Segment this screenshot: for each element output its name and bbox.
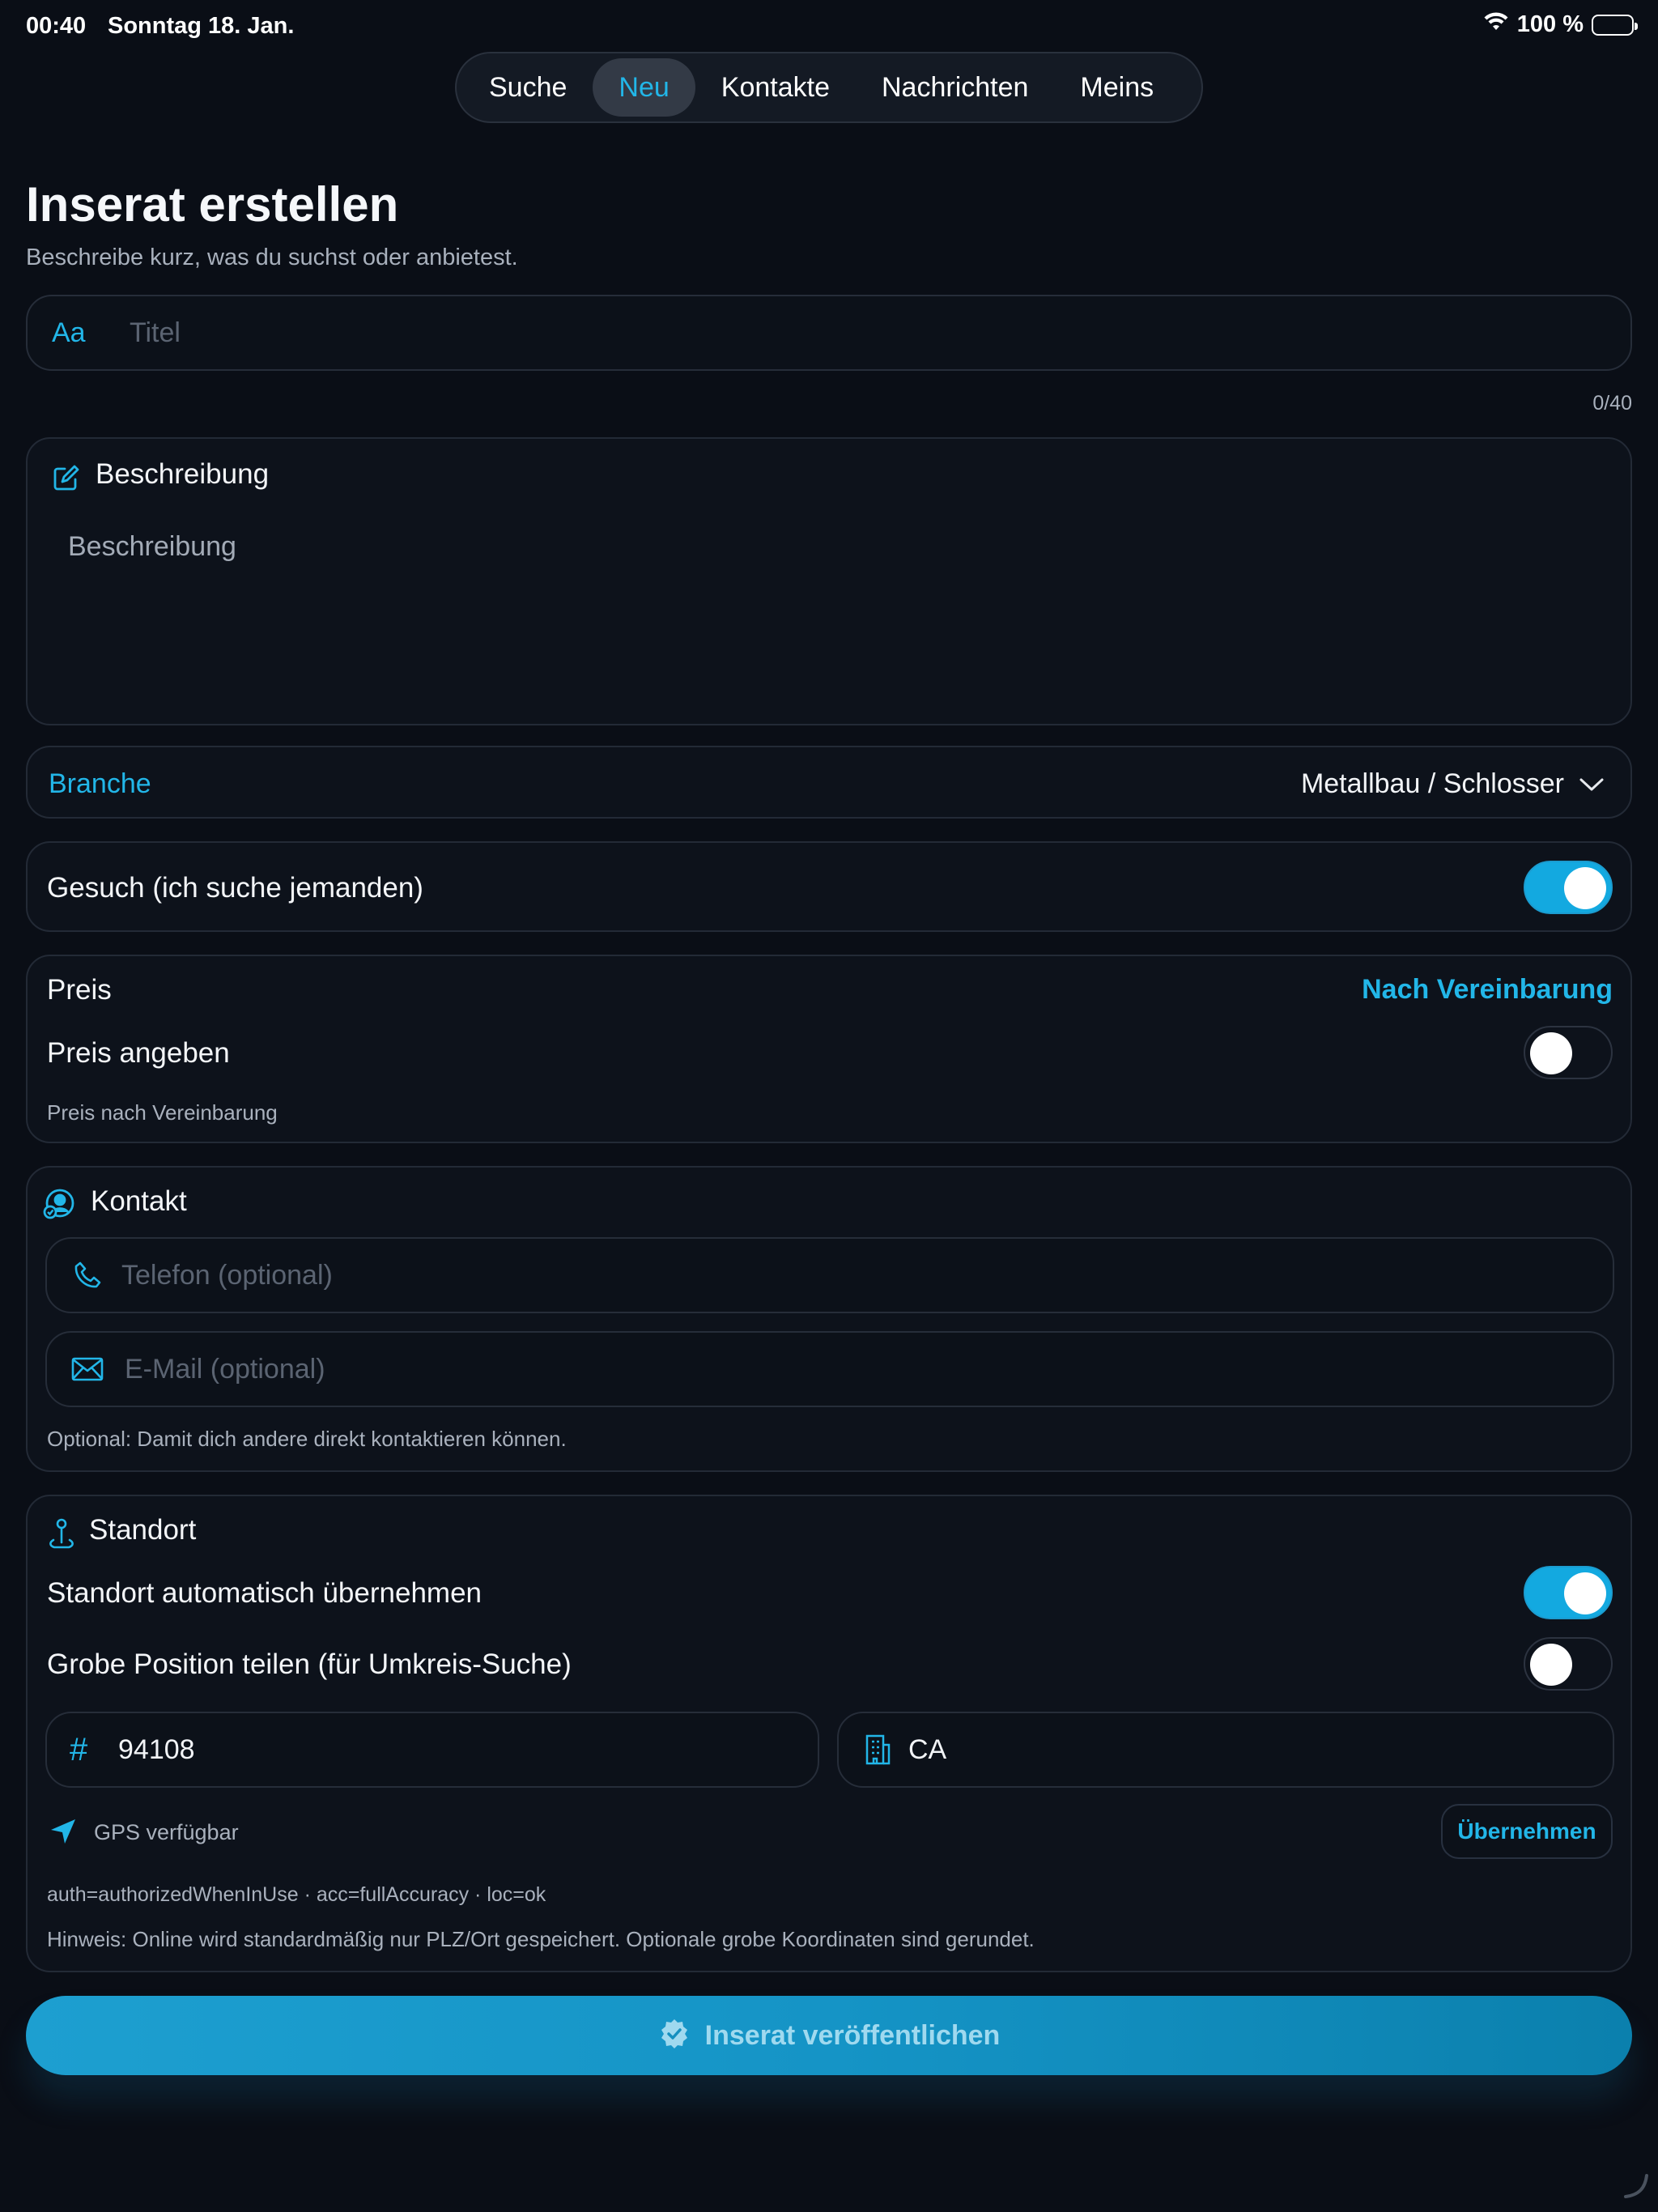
city-value: CA xyxy=(908,1733,947,1765)
text-format-icon: Aa xyxy=(52,317,86,348)
top-tab-bar: Suche Neu Kontakte Nachrichten Meins xyxy=(455,52,1203,123)
edit-icon xyxy=(49,462,83,496)
publish-button[interactable]: Inserat veröffentlichen xyxy=(26,1996,1632,2075)
city-input[interactable]: CA xyxy=(837,1712,1614,1788)
price-value: Nach Vereinbarung xyxy=(1362,974,1613,1005)
battery-percent: 100 % xyxy=(1516,11,1584,37)
resize-handle-icon[interactable] xyxy=(1622,2172,1650,2204)
price-toggle[interactable] xyxy=(1524,1026,1613,1079)
title-counter: 0/40 xyxy=(1592,392,1632,415)
branche-value: Metallbau / Schlosser xyxy=(1300,768,1564,799)
status-bar: 00:40 Sonntag 18. Jan. 100 % xyxy=(0,0,1658,52)
chevron-down-icon xyxy=(1577,770,1606,799)
description-placeholder: Beschreibung xyxy=(68,531,236,562)
title-placeholder: Titel xyxy=(130,317,181,348)
email-input[interactable]: E-Mail (optional) xyxy=(45,1331,1614,1407)
hash-icon: # xyxy=(70,1731,88,1767)
tab-meins[interactable]: Meins xyxy=(1054,58,1180,117)
branche-picker[interactable]: Branche Metallbau / Schlosser xyxy=(26,746,1632,819)
status-date: Sonntag 18. Jan. xyxy=(108,13,295,39)
contact-card: Kontakt Telefon (optional) E-Mail (optio… xyxy=(26,1166,1632,1472)
email-placeholder: E-Mail (optional) xyxy=(125,1353,325,1385)
tab-neu[interactable]: Neu xyxy=(593,58,695,117)
description-card[interactable]: Beschreibung Beschreibung xyxy=(26,437,1632,725)
status-right: 100 % xyxy=(1483,11,1638,38)
tab-nachrichten[interactable]: Nachrichten xyxy=(856,58,1054,117)
publish-button-label: Inserat veröffentlichen xyxy=(704,2019,1001,2051)
verified-badge-icon xyxy=(658,2018,691,2054)
contact-header: Kontakt xyxy=(91,1185,187,1217)
price-card: Preis Nach Vereinbarung Preis angeben Pr… xyxy=(26,955,1632,1143)
location-header: Standort xyxy=(89,1514,197,1546)
location-auto-label: Standort automatisch übernehmen xyxy=(47,1577,482,1609)
zip-value: 94108 xyxy=(118,1733,195,1765)
tab-suche[interactable]: Suche xyxy=(463,58,593,117)
coarse-position-label: Grobe Position teilen (für Umkreis-Suche… xyxy=(47,1648,572,1680)
zip-input[interactable]: # 94108 xyxy=(45,1712,819,1788)
location-debug-text: auth=authorizedWhenInUse · acc=fullAccur… xyxy=(47,1883,546,1906)
price-label: Preis xyxy=(47,974,112,1006)
description-header: Beschreibung xyxy=(96,458,270,490)
location-pin-icon xyxy=(45,1517,78,1551)
title-input[interactable]: Aa Titel xyxy=(26,295,1632,371)
phone-icon xyxy=(71,1259,104,1291)
price-toggle-label: Preis angeben xyxy=(47,1037,230,1069)
branche-label: Branche xyxy=(49,768,151,799)
location-card: Standort Standort automatisch übernehmen… xyxy=(26,1495,1632,1972)
status-time: 00:40 xyxy=(26,13,87,39)
phone-placeholder: Telefon (optional) xyxy=(121,1259,333,1291)
apply-location-button[interactable]: Übernehmen xyxy=(1441,1804,1613,1859)
contact-person-icon xyxy=(42,1187,76,1221)
gps-status: GPS verfügbar xyxy=(94,1820,239,1844)
envelope-icon xyxy=(71,1353,104,1385)
gesuch-toggle[interactable] xyxy=(1524,861,1613,914)
location-auto-toggle[interactable] xyxy=(1524,1566,1613,1619)
phone-input[interactable]: Telefon (optional) xyxy=(45,1237,1614,1313)
price-hint: Preis nach Vereinbarung xyxy=(47,1100,278,1125)
contact-hint: Optional: Damit dich andere direkt konta… xyxy=(47,1427,567,1451)
battery-icon xyxy=(1592,14,1638,36)
gesuch-card: Gesuch (ich suche jemanden) xyxy=(26,841,1632,932)
coarse-position-toggle[interactable] xyxy=(1524,1637,1613,1691)
building-icon xyxy=(861,1732,894,1767)
location-arrow-icon xyxy=(47,1815,79,1848)
page-title: Inserat erstellen xyxy=(26,177,399,232)
location-note: Hinweis: Online wird standardmäßig nur P… xyxy=(47,1927,1035,1951)
gesuch-label: Gesuch (ich suche jemanden) xyxy=(47,872,423,904)
wifi-icon xyxy=(1483,11,1509,38)
tab-kontakte[interactable]: Kontakte xyxy=(695,58,856,117)
page-subtitle: Beschreibe kurz, was du suchst oder anbi… xyxy=(26,245,518,270)
